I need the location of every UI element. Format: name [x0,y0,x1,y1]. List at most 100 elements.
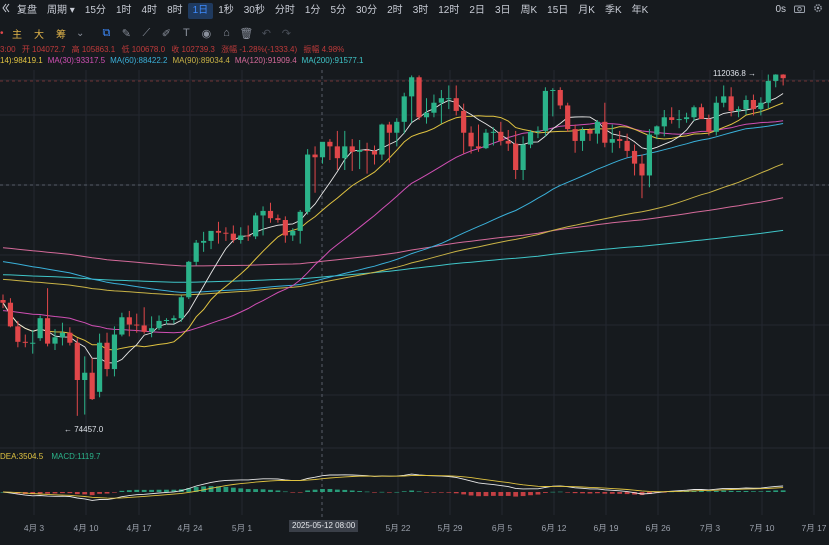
macd-bar-45 [334,489,340,492]
candle-body-88 [654,126,660,135]
macd-bar-5 [37,492,43,494]
candle-body-82 [609,139,615,143]
candle-body-28 [208,230,214,241]
macd-bar-53 [394,491,400,493]
x-axis-label-13: 7月 17 [801,523,827,533]
candle-body-40 [297,211,303,231]
macd-bar-64 [476,492,481,497]
macd-bar-44 [327,488,333,492]
macd-bar-59 [438,492,444,493]
candle-body-91 [676,119,682,121]
candle-body-67 [498,131,504,141]
macd-dea-value: DEA:3504.5 [0,452,44,461]
macd-bar-70 [520,492,526,497]
candle-body-46 [342,146,348,159]
x-axis-label-4: 5月 1 [231,523,253,533]
candle-body-89 [661,117,667,127]
macd-bar-12 [89,492,95,496]
x-axis-label-11: 7月 3 [699,523,721,533]
candle-body-54 [401,96,407,122]
candle-body-55 [409,77,415,97]
candle-body-64 [475,146,482,149]
macd-bar-13 [97,492,102,494]
candle-body-7 [52,337,58,344]
macd-bar-58 [431,492,437,493]
candle-body-4 [30,342,36,344]
x-axis-label-7: 6月 5 [491,523,513,533]
macd-bar-32 [238,488,244,492]
candle-body-80 [594,121,600,134]
candle-body-69 [513,143,519,170]
candle-body-94 [698,107,705,120]
candle-body-59 [438,98,444,103]
ma60-line [2,123,784,293]
candlestick-chart[interactable] [0,0,829,545]
candle-body-2 [15,326,21,342]
macd-bar-39 [290,492,296,493]
candle-body-60 [446,98,452,100]
macd-bar-69 [513,492,519,497]
macd-bar-14 [104,492,110,494]
candle-body-71 [527,131,534,145]
arrow-right-icon: → [748,69,757,78]
candle-body-48 [357,150,363,152]
macd-bar-8 [60,492,65,494]
candle-body-93 [691,107,697,118]
macd-bar-54 [401,491,407,492]
candle-body-97 [721,96,727,103]
macd-bar-103 [765,490,771,492]
candle-body-102 [758,102,764,110]
macd-bar-56 [416,491,422,493]
macd-bar-20 [149,489,154,492]
macd-bar-18 [134,489,140,492]
x-axis-label-5: 5月 22 [385,523,411,533]
x-axis-label-0: 4月 3 [23,523,45,533]
candle-body-1 [7,302,14,327]
candle-body-38 [282,220,288,236]
candle-body-56 [416,77,422,118]
macd-bar-98 [728,490,734,492]
macd-bar-97 [721,490,727,492]
macd-bar-79 [587,492,593,494]
macd-bar-21 [156,489,162,492]
candle-body-45 [334,146,340,159]
candle-body-19 [141,325,147,332]
macd-bar-19 [141,489,147,492]
x-axis-label-12: 7月 10 [749,523,775,533]
macd-bar-78 [580,492,585,494]
candle-body-12 [89,372,95,400]
macd-bar-80 [595,492,600,494]
macd-bar-62 [461,492,467,495]
candle-body-5 [37,318,43,339]
macd-bar-68 [505,492,511,496]
candle-body-8 [59,332,66,338]
candle-body-26 [193,242,199,262]
candle-body-68 [505,140,511,144]
candle-body-15 [111,334,118,370]
macd-value: MACD:1119.7 [51,452,101,461]
macd-bar-82 [609,492,615,494]
macd-bar-31 [230,487,236,492]
macd-bar-34 [253,489,259,492]
x-axis-label-8: 6月 12 [541,523,567,533]
candle-body-35 [260,210,266,216]
candle-body-83 [617,139,623,141]
macd-bar-95 [706,491,712,493]
candle-body-92 [683,117,690,120]
high-price-label: 112036.8 → [713,69,756,78]
ma90-line [2,163,784,296]
macd-bar-15 [112,492,117,493]
candle-body-37 [275,218,281,220]
candle-body-87 [646,134,653,176]
macd-dea-line [2,475,784,499]
macd-bar-7 [52,492,58,494]
candle-body-61 [453,98,459,111]
ma30-line [2,120,784,334]
candle-body-75 [557,90,563,106]
macd-bar-72 [535,492,541,495]
macd-bar-48 [357,491,363,492]
x-axis-label-3: 4月 24 [177,523,203,533]
candle-body-104 [773,74,779,81]
candle-body-43 [319,141,326,158]
macd-dif-line [2,473,784,501]
